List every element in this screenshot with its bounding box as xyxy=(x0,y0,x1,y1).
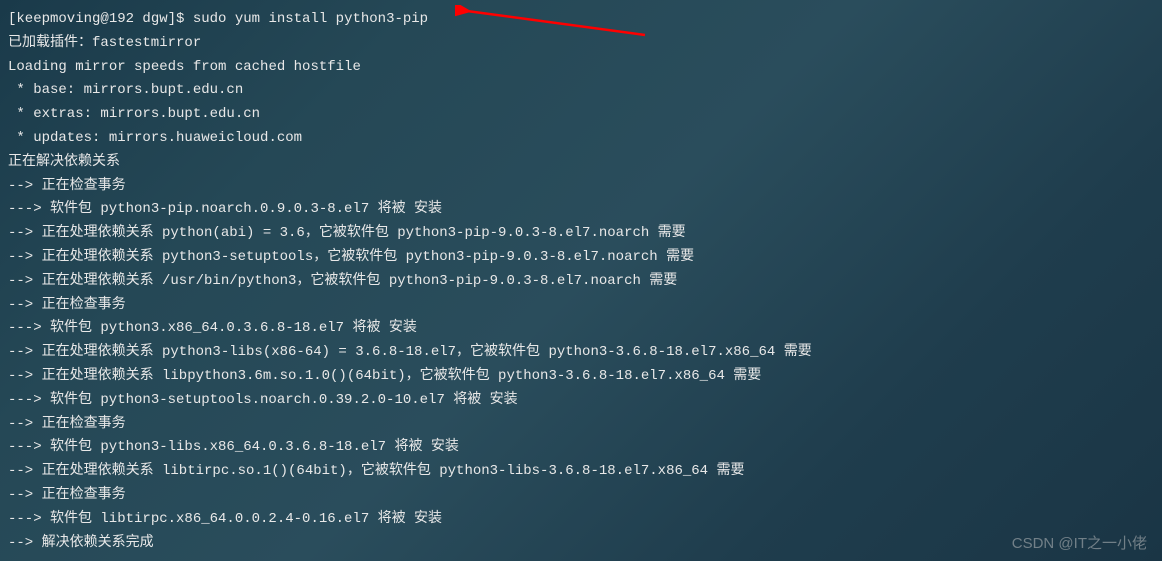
output-line: --> 正在检查事务 xyxy=(8,413,1154,437)
output-line: ---> 软件包 libtirpc.x86_64.0.0.2.4-0.16.el… xyxy=(8,508,1154,532)
output-line: ---> 软件包 python3-libs.x86_64.0.3.6.8-18.… xyxy=(8,436,1154,460)
terminal-output: [keepmoving@192 dgw]$ sudo yum install p… xyxy=(8,8,1154,555)
output-line: 已加载插件：fastestmirror xyxy=(8,32,1154,56)
output-line: --> 正在处理依赖关系 python3-libs(x86-64) = 3.6.… xyxy=(8,341,1154,365)
output-line: * extras: mirrors.bupt.edu.cn xyxy=(8,103,1154,127)
output-line: --> 正在处理依赖关系 /usr/bin/python3，它被软件包 pyth… xyxy=(8,270,1154,294)
watermark-text: CSDN @IT之一小佬 xyxy=(1012,531,1147,557)
output-line: * updates: mirrors.huaweicloud.com xyxy=(8,127,1154,151)
output-line: --> 正在处理依赖关系 python3-setuptools，它被软件包 py… xyxy=(8,246,1154,270)
output-line: --> 正在检查事务 xyxy=(8,294,1154,318)
output-line: --> 解决依赖关系完成 xyxy=(8,532,1154,556)
output-line: ---> 软件包 python3.x86_64.0.3.6.8-18.el7 将… xyxy=(8,317,1154,341)
output-line: --> 正在检查事务 xyxy=(8,484,1154,508)
output-line: ---> 软件包 python3-pip.noarch.0.9.0.3-8.el… xyxy=(8,198,1154,222)
output-line: 正在解决依赖关系 xyxy=(8,151,1154,175)
output-line: --> 正在处理依赖关系 python(abi) = 3.6，它被软件包 pyt… xyxy=(8,222,1154,246)
output-line: --> 正在处理依赖关系 libpython3.6m.so.1.0()(64bi… xyxy=(8,365,1154,389)
output-line: ---> 软件包 python3-setuptools.noarch.0.39.… xyxy=(8,389,1154,413)
shell-prompt: [keepmoving@192 dgw]$ xyxy=(8,11,193,27)
shell-command: sudo yum install python3-pip xyxy=(193,11,428,27)
command-line: [keepmoving@192 dgw]$ sudo yum install p… xyxy=(8,8,1154,32)
output-line: --> 正在检查事务 xyxy=(8,175,1154,199)
output-line: Loading mirror speeds from cached hostfi… xyxy=(8,56,1154,80)
output-line: --> 正在处理依赖关系 libtirpc.so.1()(64bit)，它被软件… xyxy=(8,460,1154,484)
output-line: * base: mirrors.bupt.edu.cn xyxy=(8,79,1154,103)
